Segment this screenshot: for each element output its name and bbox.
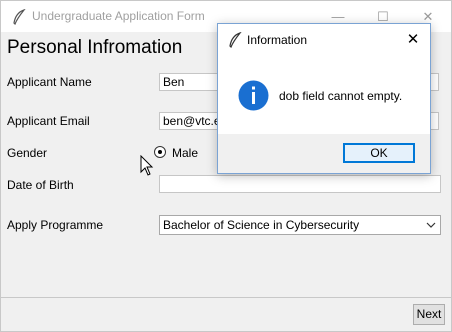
dialog-title: Information	[247, 33, 308, 47]
feather-icon	[13, 9, 26, 25]
info-icon	[238, 80, 269, 111]
programme-selected-value: Bachelor of Science in Cybersecurity	[163, 218, 360, 232]
apply-programme-label: Apply Programme	[7, 218, 104, 232]
section-heading: Personal Infromation	[7, 37, 183, 58]
mouse-cursor-icon	[140, 155, 154, 176]
footer-divider	[1, 297, 451, 298]
programme-select[interactable]: Bachelor of Science in Cybersecurity	[159, 215, 441, 235]
dialog-footer: OK	[218, 134, 430, 173]
dob-label: Date of Birth	[7, 178, 74, 192]
gender-male-label[interactable]: Male	[172, 146, 198, 160]
next-button[interactable]: Next	[413, 304, 445, 325]
dob-input[interactable]	[159, 175, 441, 193]
information-dialog: Information ✕ dob field cannot empty. OK	[217, 23, 431, 174]
applicant-name-label: Applicant Name	[7, 75, 92, 89]
window-title: Undergraduate Application Form	[32, 9, 205, 23]
dialog-message: dob field cannot empty.	[279, 89, 403, 103]
dialog-close-button[interactable]: ✕	[402, 28, 424, 50]
applicant-email-label: Applicant Email	[7, 114, 90, 128]
ok-button[interactable]: OK	[343, 143, 415, 163]
feather-icon	[229, 32, 242, 48]
chevron-down-icon	[426, 222, 436, 228]
gender-label: Gender	[7, 146, 48, 160]
